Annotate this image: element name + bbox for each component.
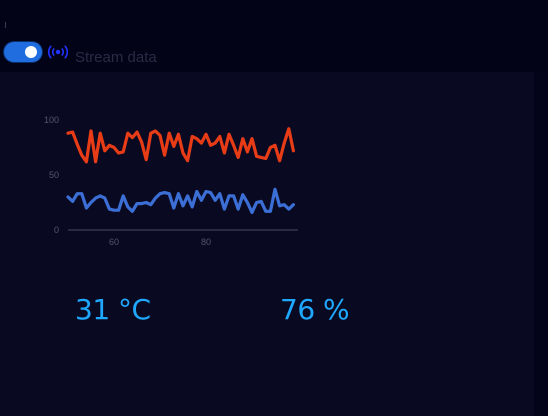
- top-bar: Stream data: [0, 0, 548, 72]
- toggle-knob: [25, 46, 37, 58]
- y-tick-label: 50: [49, 170, 59, 180]
- broadcast-icon: [47, 45, 69, 59]
- x-tick-label: 60: [109, 237, 119, 247]
- y-tick-label: 100: [44, 115, 59, 125]
- series-line-2: [66, 187, 295, 215]
- series-line-1: [66, 127, 295, 164]
- stream-data-label: Stream data: [75, 49, 157, 66]
- sensor-panel: 0 50 100 60 80 31 °C 76 %: [0, 72, 534, 416]
- corner-mark: [5, 22, 6, 28]
- stream-toggle[interactable]: [4, 42, 42, 62]
- y-tick-label: 0: [54, 225, 59, 235]
- sensor-chart: 0 50 100 60 80: [44, 115, 298, 247]
- x-tick-label: 80: [201, 237, 211, 247]
- temperature-readout: 31 °C: [75, 293, 151, 326]
- humidity-readout: 76 %: [280, 293, 350, 326]
